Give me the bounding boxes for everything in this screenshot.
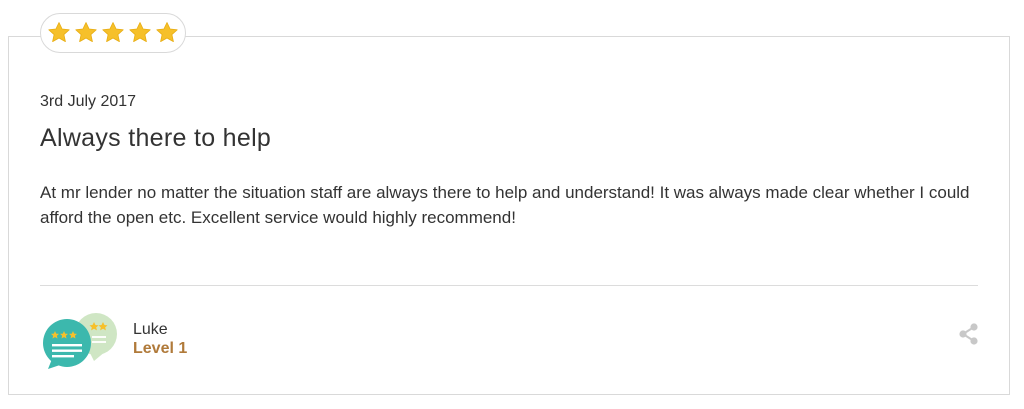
review-body: At mr lender no matter the situation sta… xyxy=(40,183,970,227)
speech-bubbles-stars-icon xyxy=(42,311,118,369)
reviewer-level: Level 1 xyxy=(133,340,188,357)
star-icon xyxy=(75,22,97,43)
divider xyxy=(40,285,978,286)
star-icon xyxy=(129,22,151,43)
star-rating xyxy=(40,13,186,53)
star-icon xyxy=(102,22,124,43)
reviewer-name: Luke xyxy=(133,321,168,338)
review-date: 3rd July 2017 xyxy=(40,93,137,110)
share-icon[interactable] xyxy=(958,323,980,345)
star-icon xyxy=(48,22,70,43)
review-title: Always there to help xyxy=(40,124,272,152)
star-icon xyxy=(156,22,178,43)
